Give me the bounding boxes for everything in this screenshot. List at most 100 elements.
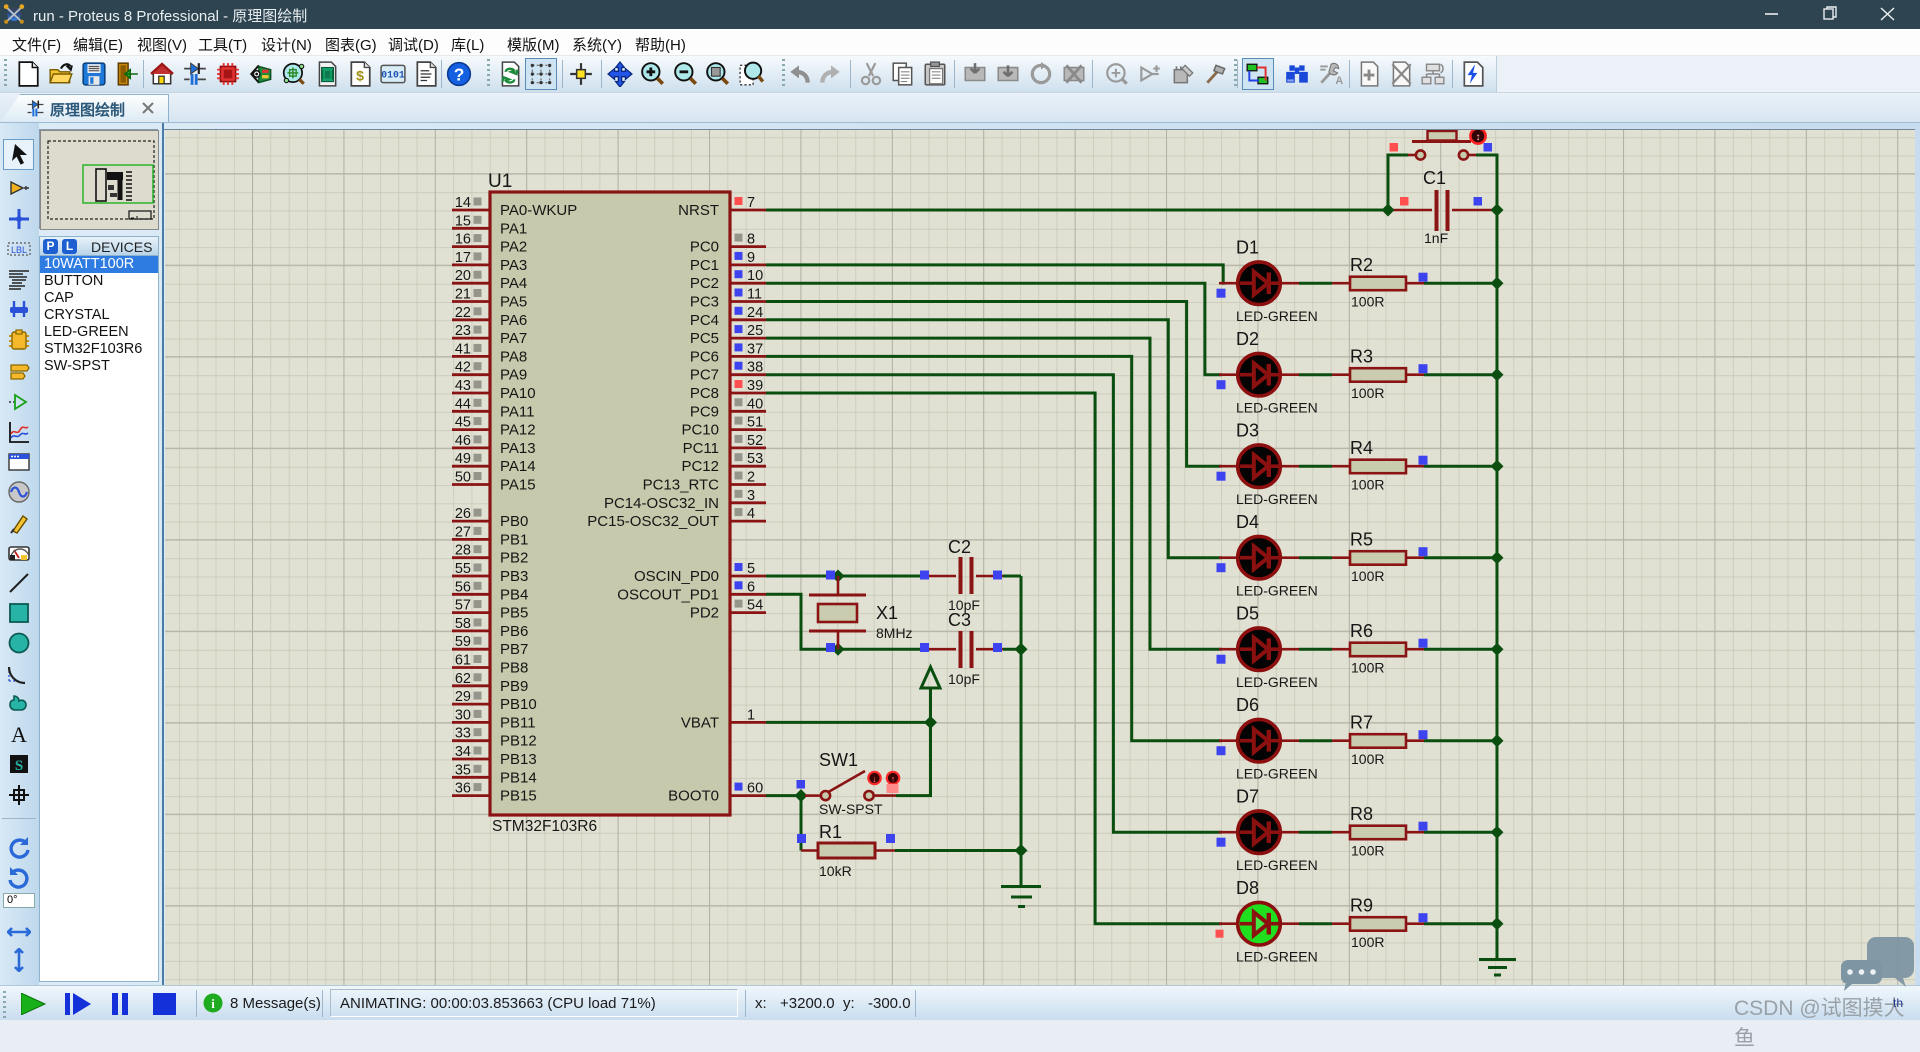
svg-text:D8: D8 <box>1236 878 1259 898</box>
svg-text:LED-GREEN: LED-GREEN <box>1236 949 1318 965</box>
svg-text:R1: R1 <box>819 822 842 842</box>
svg-text:D7: D7 <box>1236 787 1259 807</box>
svg-text:2: 2 <box>747 470 755 486</box>
svg-text:PC5: PC5 <box>690 330 719 347</box>
svg-text:PC9: PC9 <box>690 403 719 420</box>
svg-text:6: 6 <box>747 579 755 595</box>
svg-text:↑: ↑ <box>891 774 896 784</box>
svg-text:PC2: PC2 <box>690 275 719 292</box>
svg-text:D4: D4 <box>1236 512 1259 532</box>
svg-text:PB7: PB7 <box>500 641 528 658</box>
svg-text:7: 7 <box>747 195 755 211</box>
svg-text:25: 25 <box>747 323 763 339</box>
svg-text:PC11: PC11 <box>683 440 719 457</box>
svg-text:PB6: PB6 <box>500 623 528 640</box>
svg-text:PC10: PC10 <box>681 422 719 439</box>
svg-text:11: 11 <box>747 287 762 303</box>
svg-text:PC7: PC7 <box>690 367 719 384</box>
svg-text:PB2: PB2 <box>500 550 528 567</box>
svg-text:37: 37 <box>747 341 763 357</box>
svg-text:PB1: PB1 <box>500 531 528 548</box>
svg-text:100R: 100R <box>1351 477 1384 493</box>
svg-text:↓: ↓ <box>872 774 877 784</box>
svg-text:LED-GREEN: LED-GREEN <box>1236 583 1318 599</box>
svg-text:PA5: PA5 <box>500 294 527 311</box>
svg-text:0101: 0101 <box>381 69 405 80</box>
svg-text:PB3: PB3 <box>500 568 528 585</box>
svg-text:10: 10 <box>747 268 763 284</box>
svg-text:BOOT0: BOOT0 <box>668 788 719 805</box>
svg-text:PA13: PA13 <box>500 440 536 457</box>
svg-text:NRST: NRST <box>678 202 719 219</box>
svg-text:3: 3 <box>747 488 755 504</box>
svg-text:1nF: 1nF <box>1424 230 1448 246</box>
svg-text:100R: 100R <box>1351 843 1384 859</box>
svg-text:LED-GREEN: LED-GREEN <box>1236 400 1318 416</box>
svg-text:?: ? <box>454 65 465 85</box>
svg-text:PB14: PB14 <box>500 769 537 786</box>
svg-text:R4: R4 <box>1350 438 1373 458</box>
svg-text:D6: D6 <box>1236 695 1259 715</box>
svg-text:28: 28 <box>455 543 471 559</box>
svg-text:PC4: PC4 <box>690 312 719 329</box>
svg-text:PB9: PB9 <box>500 678 528 695</box>
svg-text:35: 35 <box>455 762 471 778</box>
svg-text:29: 29 <box>455 689 471 705</box>
svg-text:PB10: PB10 <box>500 696 537 713</box>
svg-text:PA10: PA10 <box>500 385 536 402</box>
svg-text:44: 44 <box>455 396 471 412</box>
svg-text:R6: R6 <box>1350 621 1373 641</box>
svg-text:PC0: PC0 <box>690 239 719 256</box>
svg-text:27: 27 <box>455 524 471 540</box>
svg-text:17: 17 <box>455 250 471 266</box>
svg-text:9: 9 <box>747 250 755 266</box>
svg-text:PD2: PD2 <box>690 605 719 622</box>
svg-text:4: 4 <box>747 506 755 522</box>
svg-text:A: A <box>1335 75 1343 87</box>
svg-text:10pF: 10pF <box>948 671 980 687</box>
svg-text:SW-SPST: SW-SPST <box>819 801 883 817</box>
svg-text:40: 40 <box>747 396 763 412</box>
svg-text:i: i <box>211 996 215 1011</box>
svg-text:100R: 100R <box>1351 385 1384 401</box>
svg-text:59: 59 <box>455 634 471 650</box>
svg-text:R8: R8 <box>1350 804 1373 824</box>
svg-text:$: $ <box>356 68 364 84</box>
svg-text:R3: R3 <box>1350 347 1373 367</box>
svg-text:8: 8 <box>747 232 755 248</box>
svg-text:51: 51 <box>747 415 763 431</box>
svg-text:S: S <box>15 758 23 774</box>
svg-text:PA7: PA7 <box>500 330 527 347</box>
svg-text:PB0: PB0 <box>500 513 528 530</box>
svg-text:PB4: PB4 <box>500 586 528 603</box>
svg-text:62: 62 <box>455 671 471 687</box>
svg-text:C3: C3 <box>948 610 971 630</box>
svg-text:PC13_RTC: PC13_RTC <box>643 477 720 494</box>
svg-text:41: 41 <box>455 341 471 357</box>
svg-text:36: 36 <box>455 781 471 797</box>
svg-text:49: 49 <box>455 451 471 467</box>
svg-text:16: 16 <box>455 232 471 248</box>
svg-text:46: 46 <box>455 433 471 449</box>
svg-text:PA0-WKUP: PA0-WKUP <box>500 202 577 219</box>
svg-text:PA4: PA4 <box>500 275 527 292</box>
svg-text:PC1: PC1 <box>690 257 719 274</box>
svg-text:X1: X1 <box>876 603 898 623</box>
svg-text:53: 53 <box>747 451 763 467</box>
svg-text:LED-GREEN: LED-GREEN <box>1236 766 1318 782</box>
svg-text:PC3: PC3 <box>690 294 719 311</box>
svg-text:PA11: PA11 <box>500 403 534 420</box>
svg-text:U1: U1 <box>488 171 512 192</box>
svg-text:42: 42 <box>455 360 471 376</box>
svg-text:OSCOUT_PD1: OSCOUT_PD1 <box>617 586 719 603</box>
svg-text:22: 22 <box>455 305 471 321</box>
svg-text:20: 20 <box>455 268 471 284</box>
svg-text:5: 5 <box>747 561 755 577</box>
svg-text:43: 43 <box>455 378 471 394</box>
svg-text:VBAT: VBAT <box>681 714 719 731</box>
svg-text:60: 60 <box>747 781 763 797</box>
svg-text:D2: D2 <box>1236 329 1259 349</box>
svg-text:55: 55 <box>455 561 471 577</box>
svg-text:33: 33 <box>455 726 471 742</box>
svg-text:23: 23 <box>455 323 471 339</box>
